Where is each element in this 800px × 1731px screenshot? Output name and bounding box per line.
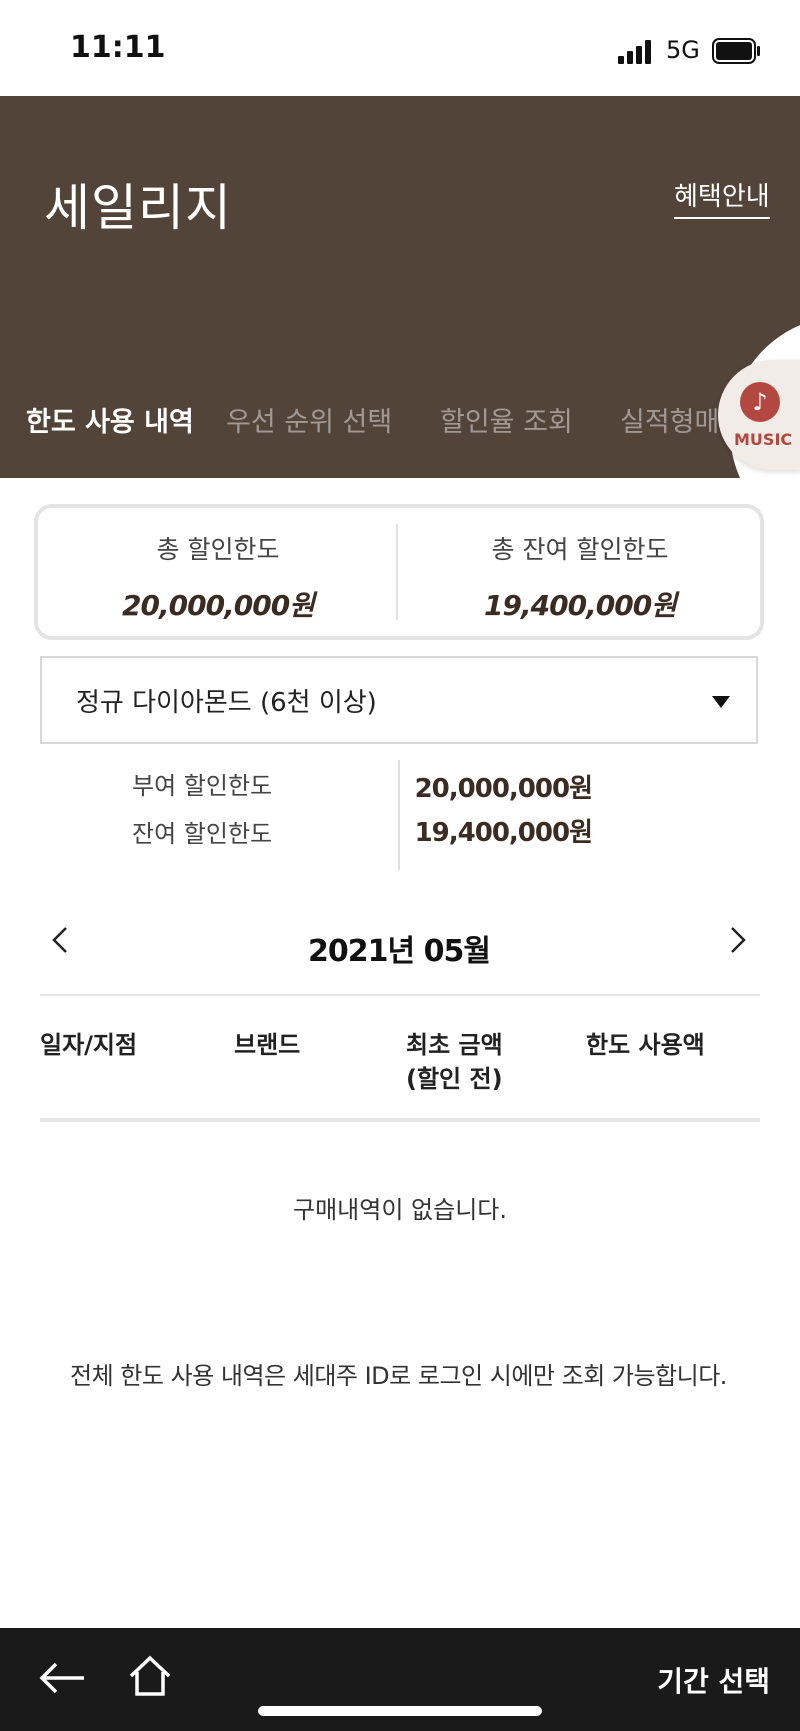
tab-limit-usage[interactable]: 한도 사용 내역 (26, 400, 194, 439)
column-header-original-amount-line1: 최초 금액 (406, 1031, 503, 1059)
cellular-signal-icon (618, 40, 651, 64)
divider (398, 760, 400, 870)
remaining-limit-value: 19,400,000원 (484, 589, 677, 622)
back-arrow-icon[interactable] (38, 1658, 88, 1698)
granted-limit-value: 20,000,000원 (414, 774, 593, 804)
remaining-limit-value: 19,400,000원 (414, 818, 593, 848)
remaining-limit-label: 총 잔여 할인한도 (491, 535, 669, 564)
tab-discount-rate[interactable]: 할인율 조회 (440, 400, 573, 439)
music-note-icon: ♪ (740, 382, 780, 422)
network-label: 5G (666, 36, 700, 64)
period-select-button[interactable]: 기간 선택 (657, 1660, 770, 1700)
benefit-info-link[interactable]: 혜택안내 (674, 176, 770, 219)
remaining-limit: 총 잔여 할인한도 19,400,000원 (400, 508, 760, 636)
month-navigation: 2021년 05월 (40, 916, 758, 976)
month-label: 2021년 05월 (308, 934, 491, 969)
battery-icon (712, 38, 760, 64)
column-header-original-amount: 최초 금액 (할인 전) (406, 1028, 503, 1096)
header: 세일리지 혜택안내 한도 사용 내역 우선 순위 선택 할인율 조회 실적형매출… (0, 96, 800, 478)
column-header-brand: 브랜드 (234, 1031, 301, 1059)
dropdown-arrow-icon (712, 696, 730, 708)
chevron-right-icon[interactable] (730, 926, 746, 954)
column-header-limit-used: 한도 사용액 (586, 1031, 705, 1059)
status-bar: 11:11 5G (0, 0, 800, 96)
status-time: 11:11 (70, 30, 166, 65)
music-label: MUSIC (734, 430, 793, 449)
tab-bar: 한도 사용 내역 우선 순위 선택 할인율 조회 실적형매출조 (0, 400, 800, 460)
summary-card: 총 할인한도 20,000,000원 총 잔여 할인한도 19,400,000원 (34, 504, 764, 640)
home-icon[interactable] (128, 1654, 172, 1698)
remaining-limit-label: 잔여 할인한도 (132, 820, 273, 848)
empty-message: 구매내역이 없습니다. (293, 1196, 507, 1224)
column-header-original-amount-line2: (할인 전) (406, 1065, 503, 1093)
login-notice: 전체 한도 사용 내역은 세대주 ID로 로그인 시에만 조회 가능합니다. (70, 1362, 727, 1390)
divider (40, 1118, 760, 1122)
table-header: 일자/지점 브랜드 최초 금액 (할인 전) 한도 사용액 (40, 1024, 760, 1124)
divider (40, 994, 760, 996)
page-title: 세일리지 (44, 179, 232, 237)
column-header-date-branch: 일자/지점 (40, 1031, 138, 1059)
divider (396, 524, 398, 620)
bottom-bar: 기간 선택 (0, 1628, 800, 1731)
total-limit-value: 20,000,000원 (122, 589, 315, 622)
granted-limit-label: 부여 할인한도 (132, 772, 273, 800)
grade-select[interactable]: 정규 다이아몬드 (6천 이상) (40, 656, 758, 744)
total-limit-label: 총 할인한도 (156, 535, 280, 564)
tab-priority-select[interactable]: 우선 순위 선택 (226, 400, 392, 439)
home-indicator (258, 1706, 542, 1716)
grade-detail: 부여 할인한도 잔여 할인한도 20,000,000원 19,400,000원 (40, 756, 758, 870)
grade-select-value: 정규 다이아몬드 (6천 이상) (76, 688, 377, 718)
total-limit: 총 할인한도 20,000,000원 (38, 508, 398, 636)
